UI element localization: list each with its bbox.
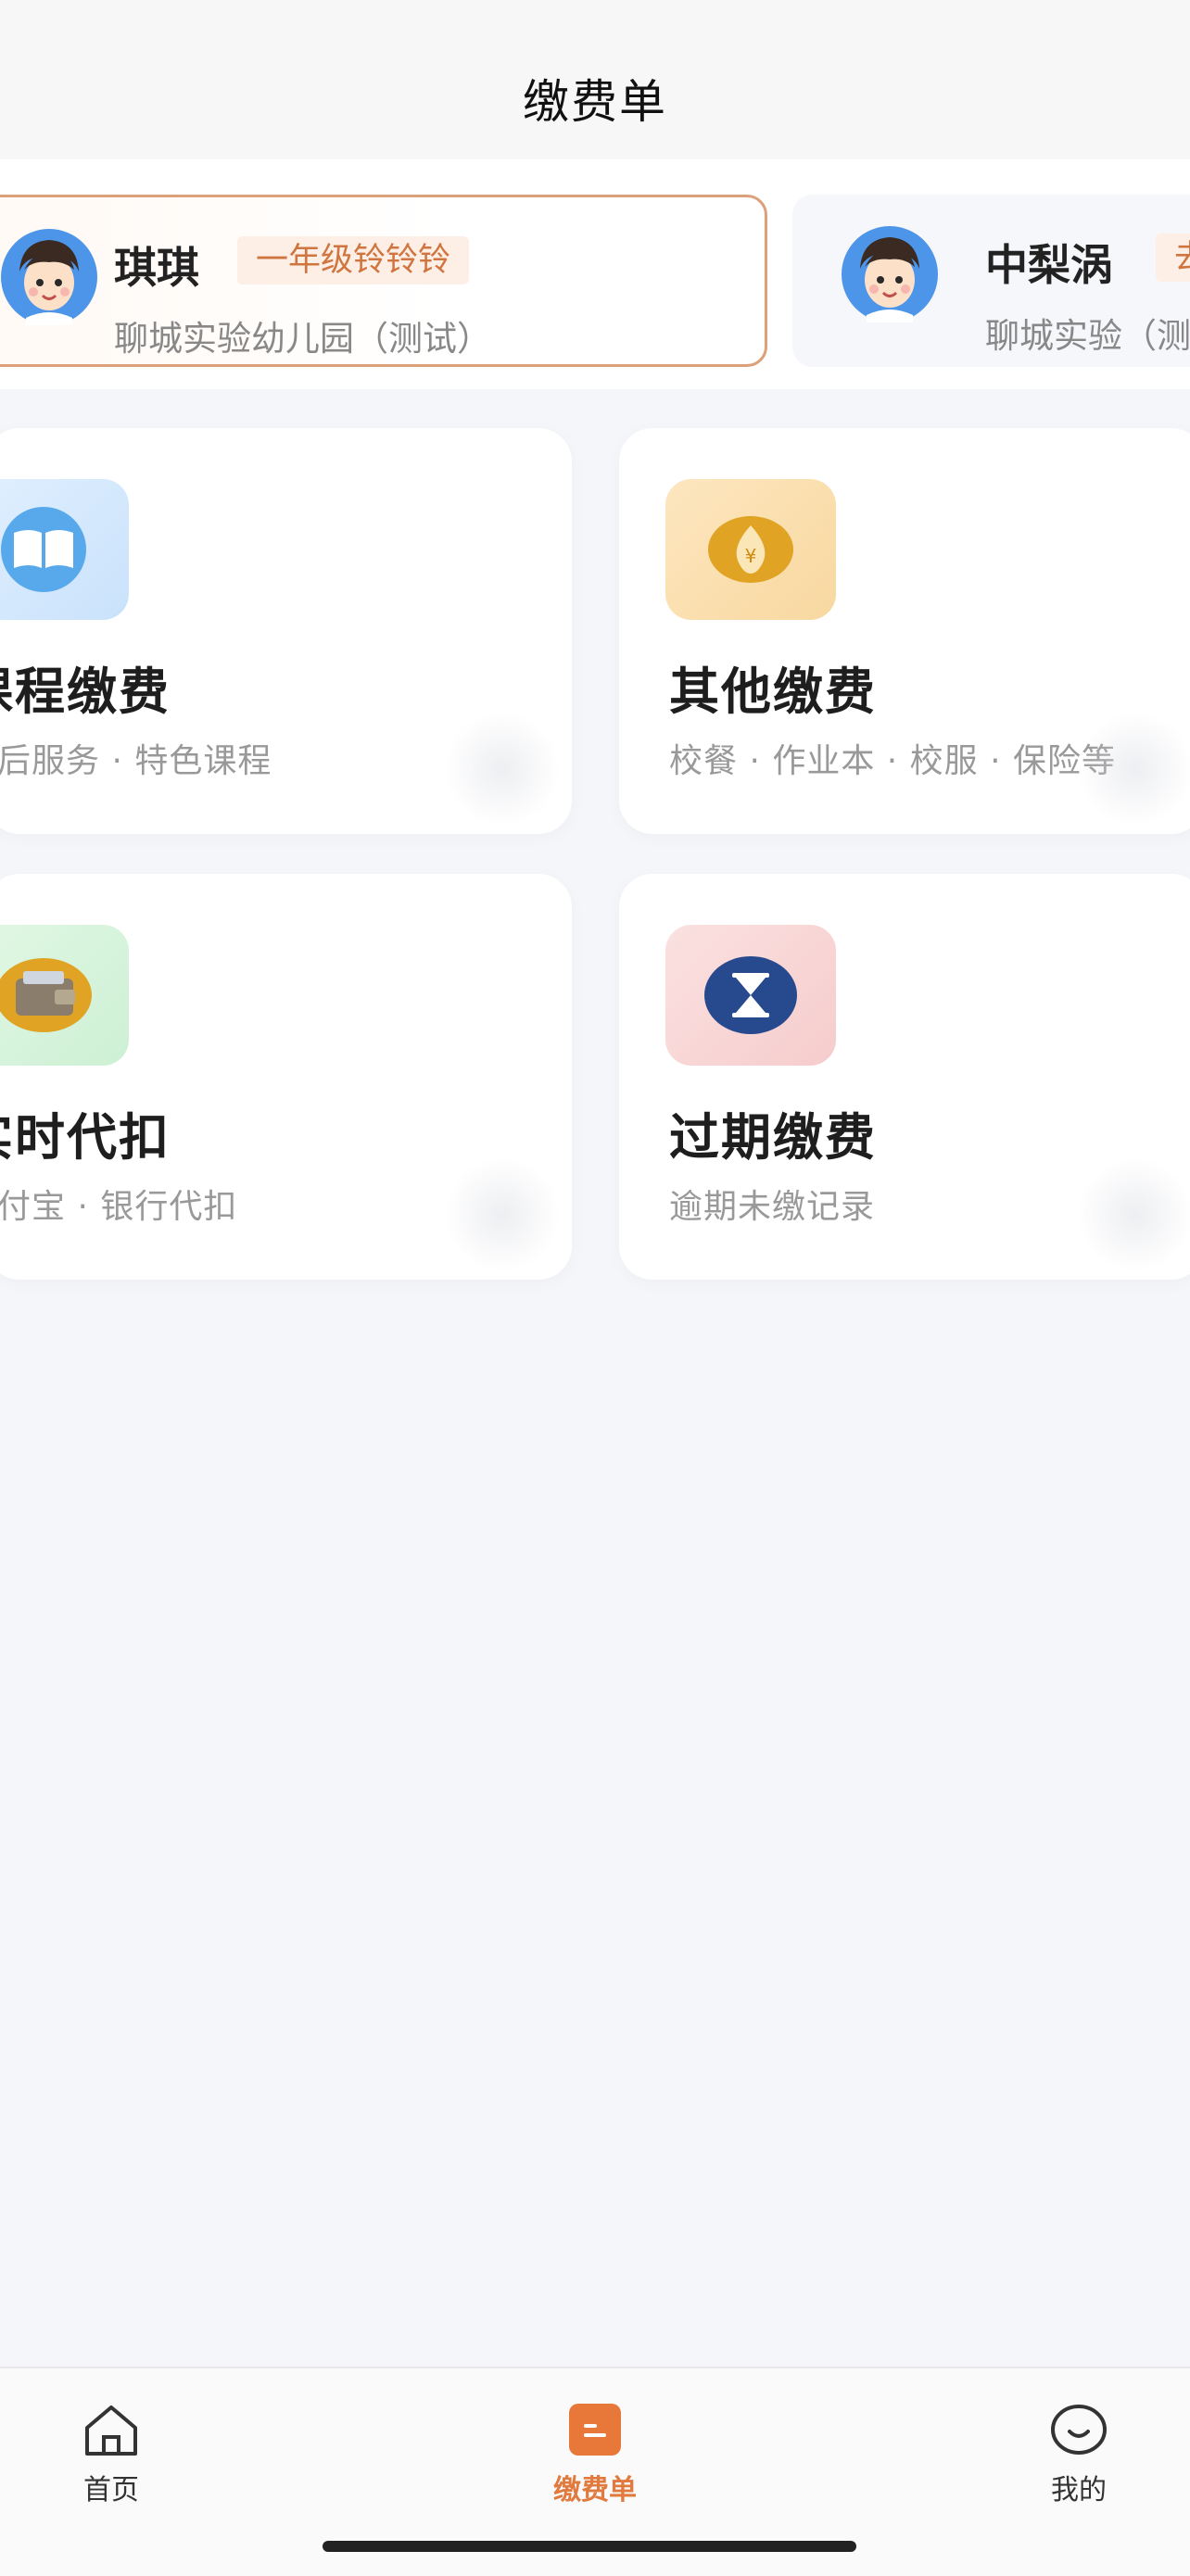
tab-label: 首页 xyxy=(83,2474,139,2507)
school-name: 聊城实验（测 xyxy=(985,316,1190,356)
money-bag-icon: ¥ xyxy=(708,516,793,583)
card-subtitle: 支付宝 · 银行代扣 xyxy=(0,1188,238,1226)
card-subtitle: 课后服务 · 特色课程 xyxy=(0,742,272,780)
grade-badge: 去 xyxy=(1156,234,1190,282)
icon-tile xyxy=(665,925,836,1066)
student-name: 中梨涡 xyxy=(985,240,1113,290)
card-title: 实时代扣 xyxy=(0,1108,171,1167)
other-payment-card[interactable]: ¥ 其他缴费 校餐 · 作业本 · 校服 · 保险等 xyxy=(619,428,1190,834)
icon-tile xyxy=(0,479,129,620)
icon-tile xyxy=(0,925,129,1066)
decorative-blob xyxy=(1075,713,1190,825)
home-icon xyxy=(85,2406,137,2456)
tab-home[interactable]: 首页 xyxy=(37,2400,185,2511)
svg-text:¥: ¥ xyxy=(745,545,757,567)
student-name: 琪琪 xyxy=(114,243,199,293)
tab-mine[interactable]: 我的 xyxy=(1005,2400,1153,2511)
student-card-qiqi[interactable]: 琪琪 一年级铃铃铃 聊城实验幼儿园（测试） xyxy=(0,195,767,367)
book-icon xyxy=(1,507,86,592)
bill-icon xyxy=(569,2404,621,2456)
card-subtitle: 校餐 · 作业本 · 校服 · 保险等 xyxy=(669,742,1116,780)
page-title: 缴费单 xyxy=(523,75,667,129)
student-selector: 琪琪 一年级铃铃铃 聊城实验幼儿园（测试） 中梨涡 去 聊城实验（测 xyxy=(0,159,1190,389)
student-card-second[interactable]: 中梨涡 去 聊城实验（测 xyxy=(792,195,1190,367)
school-name: 聊城实验幼儿园（测试） xyxy=(114,319,491,359)
child-avatar-icon xyxy=(1,229,97,325)
nav-header: 缴费单 xyxy=(0,0,1190,159)
card-title: 课程缴费 xyxy=(0,663,171,721)
overdue-payment-card[interactable]: 过期缴费 逾期未缴记录 xyxy=(619,874,1190,1280)
child-avatar-icon xyxy=(842,226,938,322)
course-payment-card[interactable]: 课程缴费 课后服务 · 特色课程 xyxy=(0,428,572,834)
decorative-blob xyxy=(1075,1159,1190,1270)
decorative-blob xyxy=(442,713,563,825)
auto-debit-card[interactable]: 实时代扣 支付宝 · 银行代扣 xyxy=(0,874,572,1280)
tab-label: 缴费单 xyxy=(553,2474,637,2507)
decorative-blob xyxy=(442,1159,563,1270)
tab-label: 我的 xyxy=(1051,2474,1107,2507)
card-title: 其他缴费 xyxy=(669,663,877,721)
icon-tile: ¥ xyxy=(665,479,836,620)
wallet-icon xyxy=(0,958,92,1032)
smile-icon xyxy=(1051,2405,1107,2455)
hourglass-icon xyxy=(704,956,797,1034)
card-subtitle: 逾期未缴记录 xyxy=(669,1188,876,1226)
card-title: 过期缴费 xyxy=(669,1108,877,1167)
grade-badge: 一年级铃铃铃 xyxy=(237,236,470,284)
tab-bill[interactable]: 缴费单 xyxy=(521,2400,669,2511)
home-indicator xyxy=(323,2541,856,2552)
